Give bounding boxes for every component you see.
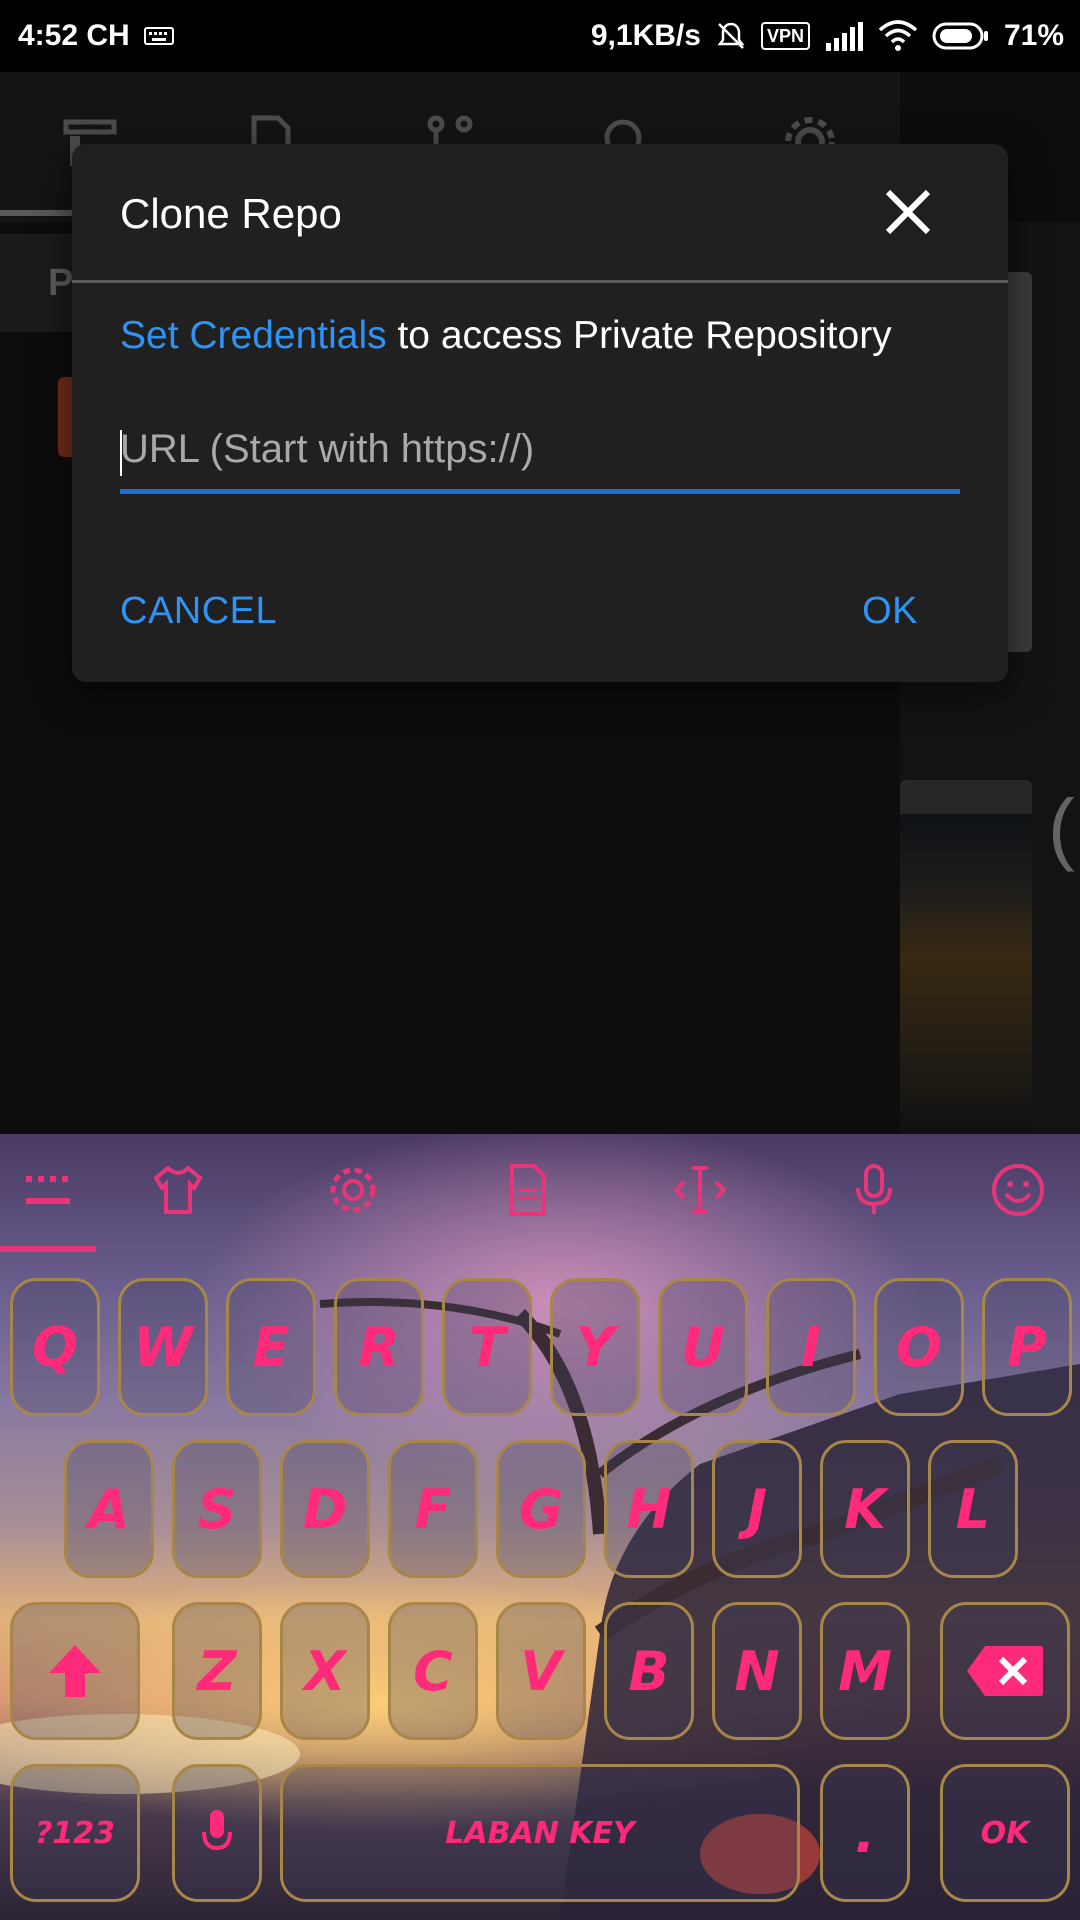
- key-g[interactable]: G: [496, 1440, 586, 1578]
- network-speed: 9,1KB/s: [590, 19, 701, 52]
- cancel-button[interactable]: CANCEL: [120, 590, 277, 633]
- key-w[interactable]: W: [118, 1278, 208, 1416]
- period-key[interactable]: .: [820, 1764, 910, 1902]
- vpn-icon: VPN: [760, 22, 810, 50]
- key-k[interactable]: K: [820, 1440, 910, 1578]
- cursor-icon[interactable]: [672, 1162, 728, 1218]
- keyboard-tab-indicator: [0, 1246, 96, 1252]
- key-o[interactable]: O: [874, 1278, 964, 1416]
- battery-icon: [932, 22, 988, 50]
- wifi-icon: [878, 20, 918, 51]
- key-u[interactable]: U: [658, 1278, 748, 1416]
- key-d[interactable]: D: [280, 1440, 370, 1578]
- key-f[interactable]: F: [388, 1440, 478, 1578]
- shift-arrow-icon: [49, 1645, 101, 1697]
- key-s[interactable]: S: [172, 1440, 262, 1578]
- key-x[interactable]: X: [280, 1602, 370, 1740]
- key-z[interactable]: Z: [172, 1602, 262, 1740]
- keyboard-icon[interactable]: [20, 1162, 76, 1218]
- ok-button[interactable]: OK: [862, 590, 918, 633]
- backspace-icon: [967, 1646, 1043, 1696]
- mic-icon[interactable]: [846, 1162, 902, 1218]
- close-icon[interactable]: [880, 184, 936, 240]
- status-bar-right: 9,1KB/s VPN 71%: [591, 19, 1064, 53]
- key-h[interactable]: H: [604, 1440, 694, 1578]
- shift-key[interactable]: [10, 1602, 140, 1740]
- clipboard-icon[interactable]: [500, 1162, 556, 1218]
- text-cursor: [120, 430, 122, 476]
- url-input[interactable]: [120, 414, 960, 484]
- battery-percentage: 71%: [1003, 19, 1064, 52]
- key-a[interactable]: A: [64, 1440, 154, 1578]
- dialog-title: Clone Repo: [120, 190, 342, 237]
- keyboard-toolbar: [0, 1134, 1080, 1254]
- clone-repo-dialog: Clone Repo Set Credentials to access Pri…: [72, 144, 1008, 682]
- set-credentials-link[interactable]: Set Credentials: [120, 314, 387, 357]
- key-t[interactable]: T: [442, 1278, 532, 1416]
- dialog-message: Set Credentials to access Private Reposi…: [120, 314, 892, 358]
- backspace-key[interactable]: [940, 1602, 1070, 1740]
- mic-icon: [202, 1810, 232, 1851]
- key-m[interactable]: M: [820, 1602, 910, 1740]
- key-i[interactable]: I: [766, 1278, 856, 1416]
- enter-key[interactable]: OK: [940, 1764, 1070, 1902]
- keyboard: Q W E R T Y U I O P A S D F G H J K L Z …: [0, 1134, 1080, 1920]
- key-p[interactable]: P: [982, 1278, 1072, 1416]
- status-bar: 4:52 CH 9,1KB/s VPN 71%: [0, 0, 1080, 72]
- status-bar-left: 4:52 CH: [18, 19, 174, 53]
- key-j[interactable]: J: [712, 1440, 802, 1578]
- key-e[interactable]: E: [226, 1278, 316, 1416]
- key-l[interactable]: L: [928, 1440, 1018, 1578]
- key-v[interactable]: V: [496, 1602, 586, 1740]
- voice-key[interactable]: [172, 1764, 262, 1902]
- key-n[interactable]: N: [712, 1602, 802, 1740]
- clock: 4:52 CH: [18, 19, 130, 52]
- signal-icon: [825, 22, 863, 51]
- key-c[interactable]: C: [388, 1602, 478, 1740]
- key-y[interactable]: Y: [550, 1278, 640, 1416]
- settings-icon[interactable]: [325, 1162, 381, 1218]
- theme-shirt-icon[interactable]: [150, 1162, 206, 1218]
- dialog-divider: [72, 280, 1008, 283]
- key-b[interactable]: B: [604, 1602, 694, 1740]
- key-q[interactable]: Q: [10, 1278, 100, 1416]
- mute-bell-icon: [717, 22, 745, 49]
- url-field[interactable]: [120, 414, 960, 494]
- keyboard-icon: [143, 27, 174, 45]
- space-key[interactable]: LABAN KEY: [280, 1764, 800, 1902]
- key-r[interactable]: R: [334, 1278, 424, 1416]
- dialog-message-text: to access Private Repository: [386, 314, 892, 357]
- emoji-icon[interactable]: [990, 1162, 1046, 1218]
- symbols-key[interactable]: ?123: [10, 1764, 140, 1902]
